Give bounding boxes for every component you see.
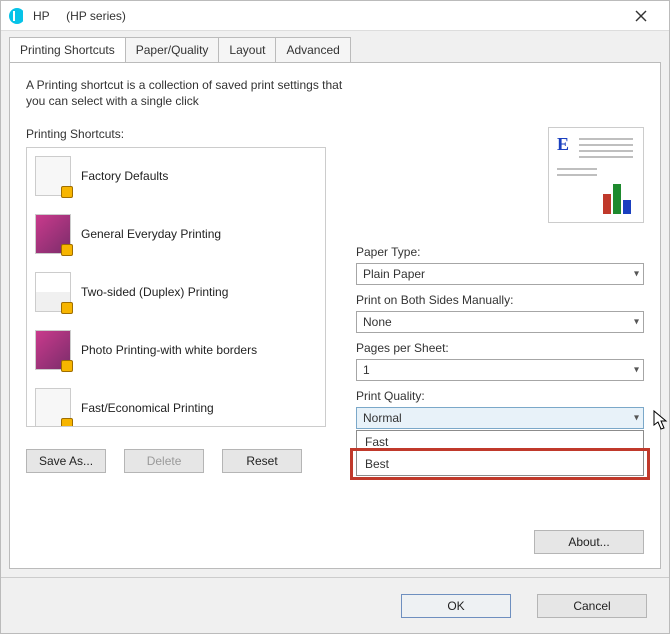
- page-icon: [35, 388, 71, 427]
- print-quality-select[interactable]: Normal ▾: [356, 407, 644, 429]
- shortcuts-title: Printing Shortcuts:: [26, 127, 326, 141]
- tab-content: A Printing shortcut is a collection of s…: [9, 62, 661, 569]
- quality-option-best[interactable]: Best: [357, 453, 643, 475]
- close-button[interactable]: [621, 2, 661, 30]
- pages-per-sheet-select[interactable]: 1 ▾: [356, 359, 644, 381]
- delete-button: Delete: [124, 449, 204, 473]
- print-quality-label: Print Quality:: [356, 389, 644, 403]
- paper-type-select[interactable]: Plain Paper ▾: [356, 263, 644, 285]
- lock-icon: [61, 186, 73, 198]
- shortcut-label: General Everyday Printing: [81, 227, 221, 241]
- tab-paper-quality[interactable]: Paper/Quality: [125, 37, 220, 62]
- shortcut-label: Factory Defaults: [81, 169, 168, 183]
- duplex-select[interactable]: None ▾: [356, 311, 644, 333]
- lock-icon: [61, 244, 73, 256]
- tab-layout[interactable]: Layout: [218, 37, 276, 62]
- chevron-down-icon: ▾: [634, 365, 639, 376]
- close-icon: [635, 10, 647, 22]
- hp-logo-icon: [9, 8, 25, 24]
- duplex-value: None: [363, 315, 392, 329]
- dialog-footer: OK Cancel: [1, 577, 669, 633]
- lock-icon: [61, 418, 73, 427]
- quality-option-fast[interactable]: Fast: [357, 431, 643, 453]
- page-preview: E: [548, 127, 644, 223]
- shortcut-fast-economical[interactable]: Fast/Economical Printing: [27, 380, 325, 427]
- about-button[interactable]: About...: [534, 530, 644, 554]
- shortcut-buttons: Save As... Delete Reset: [26, 449, 326, 473]
- print-quality-value: Normal: [363, 411, 402, 425]
- photo-icon: [35, 214, 71, 254]
- chevron-down-icon: ▾: [634, 269, 639, 280]
- shortcut-photo-borders[interactable]: Photo Printing-with white borders: [27, 322, 325, 380]
- save-as-button[interactable]: Save As...: [26, 449, 106, 473]
- pages-per-sheet-label: Pages per Sheet:: [356, 341, 644, 355]
- chevron-down-icon: ▾: [634, 413, 639, 424]
- shortcuts-list[interactable]: Factory Defaults General Everyday Printi…: [26, 147, 326, 427]
- tab-advanced[interactable]: Advanced: [275, 37, 350, 62]
- cancel-button[interactable]: Cancel: [537, 594, 647, 618]
- duplex-icon: [35, 272, 71, 312]
- shortcut-label: Photo Printing-with white borders: [81, 343, 257, 357]
- chevron-down-icon: ▾: [634, 317, 639, 328]
- photo-icon: [35, 330, 71, 370]
- preview-letter-icon: E: [557, 134, 569, 155]
- lock-icon: [61, 360, 73, 372]
- print-preferences-window: HP (HP series) Printing Shortcuts Paper/…: [0, 0, 670, 634]
- shortcut-factory-defaults[interactable]: Factory Defaults: [27, 148, 325, 206]
- shortcut-duplex[interactable]: Two-sided (Duplex) Printing: [27, 264, 325, 322]
- pages-per-sheet-value: 1: [363, 363, 370, 377]
- shortcut-everyday-printing[interactable]: General Everyday Printing: [27, 206, 325, 264]
- ok-button[interactable]: OK: [401, 594, 511, 618]
- shortcuts-description: A Printing shortcut is a collection of s…: [26, 77, 346, 109]
- titlebar: HP (HP series): [1, 1, 669, 31]
- tab-printing-shortcuts[interactable]: Printing Shortcuts: [9, 37, 126, 62]
- window-subtitle: (HP series): [66, 9, 126, 23]
- lock-icon: [61, 302, 73, 314]
- shortcut-label: Fast/Economical Printing: [81, 401, 214, 415]
- tabstrip: Printing Shortcuts Paper/Quality Layout …: [1, 31, 669, 62]
- reset-button[interactable]: Reset: [222, 449, 302, 473]
- left-column: Printing Shortcuts: Factory Defaults Gen…: [26, 127, 326, 554]
- app-name: HP: [33, 9, 49, 23]
- window-title: HP (HP series): [33, 9, 126, 23]
- shortcut-label: Two-sided (Duplex) Printing: [81, 285, 228, 299]
- page-icon: [35, 156, 71, 196]
- print-quality-dropdown: Fast Best: [356, 430, 644, 476]
- paper-type-value: Plain Paper: [363, 267, 425, 281]
- right-column: E Paper Type: Plain Paper ▾ Print on: [356, 127, 644, 554]
- duplex-label: Print on Both Sides Manually:: [356, 293, 644, 307]
- paper-type-label: Paper Type:: [356, 245, 644, 259]
